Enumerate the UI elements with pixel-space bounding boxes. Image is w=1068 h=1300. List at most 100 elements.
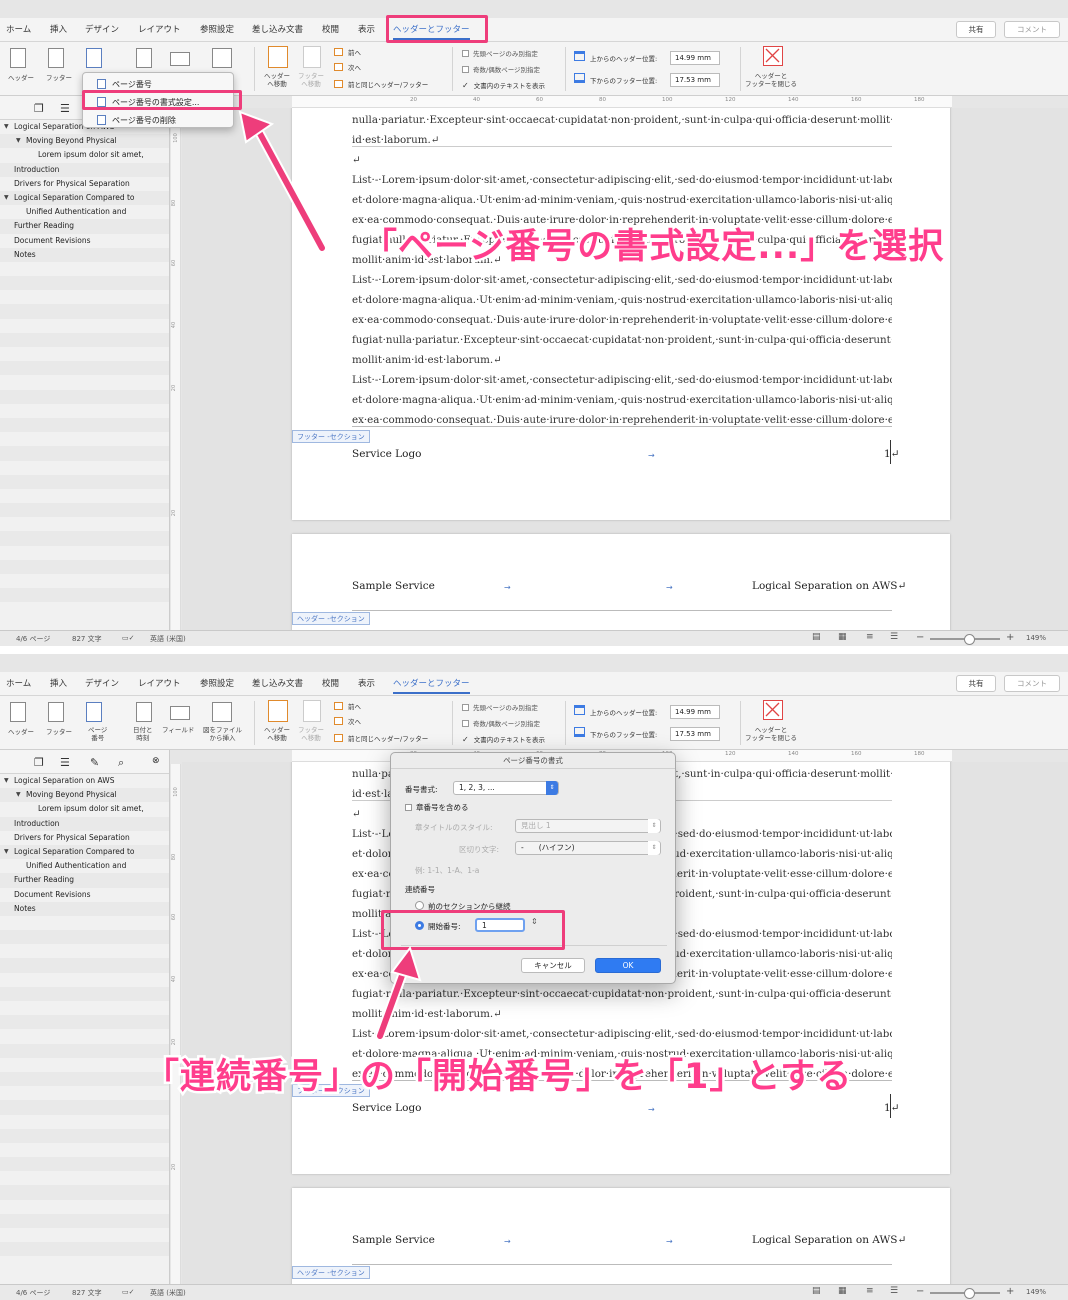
outline-item[interactable]: Document Revisions: [0, 888, 169, 902]
show-document-text-checkbox[interactable]: ✓ 文書内のテキストを表示: [462, 734, 545, 744]
view-icon[interactable]: ≡: [866, 632, 874, 642]
include-chapter-checkbox[interactable]: 章番号を含める: [405, 802, 469, 813]
picture-from-file-icon[interactable]: [212, 702, 232, 722]
zoom-slider[interactable]: [930, 634, 1000, 645]
share-button[interactable]: 共有: [956, 21, 996, 38]
checkbox-box[interactable]: [462, 50, 469, 57]
outline-item[interactable]: Unified Authentication and: [0, 859, 169, 873]
checkbox-box[interactable]: [405, 804, 412, 811]
different-first-page-checkbox[interactable]: 先頭ページのみ別指定: [462, 48, 538, 58]
view-icon[interactable]: ☰: [890, 1286, 898, 1296]
zoom-in-icon[interactable]: +: [1006, 632, 1014, 643]
menu-tab[interactable]: 表示: [358, 23, 375, 35]
menu-tab[interactable]: 校閲: [322, 23, 339, 35]
expand-triangle-icon[interactable]: ▼: [4, 191, 9, 205]
text-line[interactable]: et·dolore·magna·aliqua.·Ut·enim·ad·minim…: [352, 394, 892, 406]
view-icon[interactable]: ▦: [838, 632, 847, 642]
thumbnail-view-icon[interactable]: ❐: [34, 102, 44, 115]
text-line[interactable]: List·-·Lorem·ipsum·dolor·sit·amet,·conse…: [352, 1028, 892, 1040]
comments-view-icon[interactable]: ✎: [90, 756, 99, 769]
outline-view-icon[interactable]: ☰: [60, 102, 70, 115]
field-icon[interactable]: [170, 706, 190, 720]
header-position-input[interactable]: 14.99 mm: [670, 705, 720, 719]
zoom-out-icon[interactable]: −: [916, 1286, 924, 1297]
page-number-item[interactable]: ページ番号: [97, 79, 152, 90]
next-button[interactable]: 次へ: [348, 62, 361, 72]
date-time-icon[interactable]: [136, 702, 152, 722]
menu-tab[interactable]: ホーム: [6, 677, 31, 689]
footer-position-input[interactable]: 17.53 mm: [670, 73, 720, 87]
outline-item[interactable]: Introduction: [0, 816, 169, 831]
outline-view-icon[interactable]: ☰: [60, 756, 70, 769]
menu-tab[interactable]: レイアウト: [138, 677, 181, 689]
menu-tab[interactable]: デザイン: [85, 677, 119, 689]
page-count[interactable]: 4/6 ページ: [16, 1288, 50, 1298]
menu-tab[interactable]: レイアウト: [138, 23, 181, 35]
view-icon[interactable]: ≡: [866, 1286, 874, 1296]
text-line[interactable]: id·est·laborum.↵: [352, 134, 892, 146]
menu-tab[interactable]: 校閲: [322, 677, 339, 689]
header-icon[interactable]: [10, 48, 26, 68]
chapter-style-select[interactable]: 見出し 1 ⇕: [515, 819, 661, 833]
number-format-select[interactable]: 1, 2, 3, ... ⇕: [453, 781, 559, 795]
outline-item[interactable]: Document Revisions: [0, 234, 169, 248]
header-right-text[interactable]: Logical Separation on AWS↵: [752, 1234, 906, 1246]
menu-tab[interactable]: 参照設定: [200, 677, 234, 689]
zoom-in-icon[interactable]: +: [1006, 1286, 1014, 1297]
header-icon[interactable]: [10, 702, 26, 722]
previous-button[interactable]: 前へ: [348, 47, 361, 57]
header-left-text[interactable]: Sample Service: [352, 1234, 435, 1246]
menu-tab[interactable]: 挿入: [50, 23, 67, 35]
separator-select[interactable]: - (ハイフン) ⇕: [515, 841, 661, 855]
text-line[interactable]: ex·ea·commodo·consequat.·Duis·aute·irure…: [352, 414, 892, 426]
link-to-previous-button[interactable]: 前と同じヘッダー/フッター: [348, 733, 428, 743]
picture-from-file-icon[interactable]: [212, 48, 232, 68]
proofing-icon[interactable]: ▭✓: [122, 634, 134, 642]
footer-icon[interactable]: [48, 702, 64, 722]
outline-item[interactable]: Further Reading: [0, 219, 169, 234]
view-icon[interactable]: ▤: [812, 632, 821, 642]
outline-item[interactable]: Notes: [0, 247, 169, 262]
menu-tab[interactable]: ヘッダーとフッター: [393, 677, 470, 694]
thumbnail-view-icon[interactable]: ❐: [34, 756, 44, 769]
word-count[interactable]: 827 文字: [72, 634, 102, 644]
outline-item[interactable]: Lorem ipsum dolor sit amet,: [0, 802, 169, 816]
odd-even-checkbox[interactable]: 奇数/偶数ページ別指定: [462, 718, 540, 728]
outline-item[interactable]: ▼ Logical Separation on AWS: [0, 774, 169, 788]
page-number-icon[interactable]: [86, 48, 102, 68]
menu-tab[interactable]: 表示: [358, 677, 375, 689]
zoom-slider[interactable]: [930, 1288, 1000, 1299]
menu-tab[interactable]: デザイン: [85, 23, 119, 35]
menu-tab[interactable]: ホーム: [6, 23, 31, 35]
header-left-text[interactable]: Sample Service: [352, 580, 435, 592]
text-line[interactable]: ↵: [352, 154, 892, 166]
expand-triangle-icon[interactable]: ▼: [16, 134, 21, 148]
text-line[interactable]: fugiat·nulla·pariatur.·Excepteur·sint·oc…: [352, 988, 892, 1000]
text-line[interactable]: List·-·Lorem·ipsum·dolor·sit·amet,·conse…: [352, 274, 892, 286]
view-icon[interactable]: ▦: [838, 1286, 847, 1296]
ok-button[interactable]: OK: [595, 958, 661, 973]
menu-tab[interactable]: 参照設定: [200, 23, 234, 35]
outline-item[interactable]: Lorem ipsum dolor sit amet,: [0, 148, 169, 162]
comment-button[interactable]: コメント: [1004, 21, 1060, 38]
outline-item[interactable]: ▼ Logical Separation Compared to: [0, 190, 169, 206]
expand-triangle-icon[interactable]: ▼: [16, 788, 21, 802]
text-line[interactable]: mollit·anim·id·est·laborum.↵: [352, 1008, 892, 1020]
text-line[interactable]: nulla·pariatur.·Excepteur·sint·occaecat·…: [352, 114, 892, 126]
menu-tab[interactable]: 挿入: [50, 677, 67, 689]
view-icon[interactable]: ▤: [812, 1286, 821, 1296]
footer-left-text[interactable]: Service Logo: [352, 448, 422, 460]
show-document-text-checkbox[interactable]: ✓ 文書内のテキストを表示: [462, 80, 545, 90]
go-to-header-icon[interactable]: [268, 700, 288, 722]
next-button[interactable]: 次へ: [348, 716, 361, 726]
menu-tab[interactable]: 差し込み文書: [252, 23, 303, 35]
outline-item[interactable]: ▼ Moving Beyond Physical: [0, 134, 169, 149]
share-button[interactable]: 共有: [956, 675, 996, 692]
outline-item[interactable]: Introduction: [0, 162, 169, 177]
footer-position-input[interactable]: 17.53 mm: [670, 727, 720, 741]
previous-button[interactable]: 前へ: [348, 701, 361, 711]
radio-button[interactable]: [415, 901, 424, 910]
text-line[interactable]: List·-·Lorem·ipsum·dolor·sit·amet,·conse…: [352, 174, 892, 186]
outline-item[interactable]: Drivers for Physical Separation: [0, 177, 169, 191]
header-position-input[interactable]: 14.99 mm: [670, 51, 720, 65]
